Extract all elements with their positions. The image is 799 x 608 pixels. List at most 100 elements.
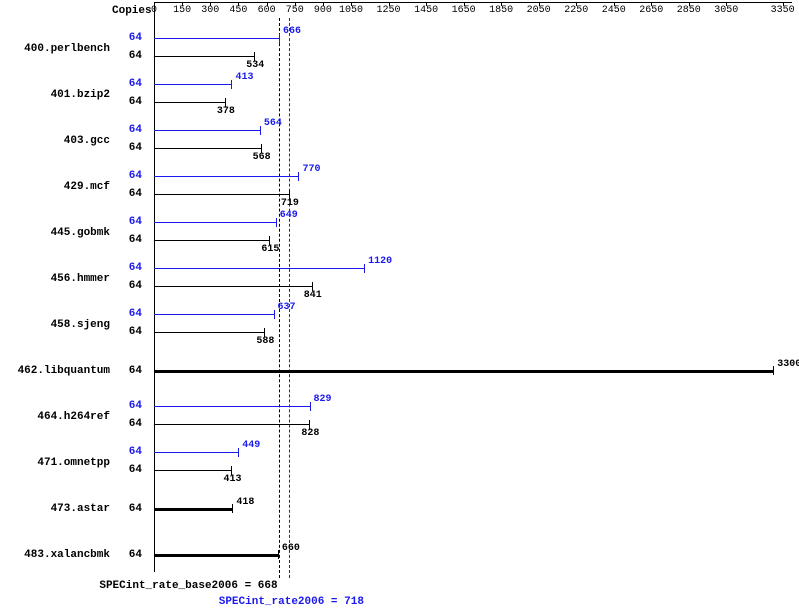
caption-base: SPECint_rate_base2006 = 668 — [99, 580, 277, 592]
bar-peak — [154, 84, 231, 85]
bar-value-base: 534 — [246, 60, 264, 71]
copies-base: 64 — [120, 365, 142, 377]
benchmark-label: 400.perlbench — [0, 43, 110, 55]
bar-peak — [154, 38, 279, 39]
spec-rate-chart: 0150300450600750900105012501450165018502… — [0, 0, 799, 606]
bar-peak — [154, 452, 238, 453]
bar-base — [154, 508, 232, 511]
x-tick-label: 2850 — [677, 5, 701, 16]
bar-value-base: 719 — [281, 198, 299, 209]
copies-header: Copies — [112, 5, 150, 17]
x-tick-label: 150 — [173, 5, 191, 16]
benchmark-label: 471.omnetpp — [0, 457, 110, 469]
copies-peak: 64 — [120, 78, 142, 90]
bar-base — [154, 102, 225, 103]
x-tick-label: 3350 — [771, 5, 795, 16]
x-axis — [154, 2, 792, 3]
benchmark-label: 445.gobmk — [0, 227, 110, 239]
x-tick-label: 2650 — [639, 5, 663, 16]
bar-value-base: 841 — [304, 290, 322, 301]
bar-base — [154, 286, 312, 287]
benchmark-label: 429.mcf — [0, 181, 110, 193]
bar-value-base: 588 — [256, 336, 274, 347]
bar-peak — [154, 222, 276, 223]
x-tick-label: 300 — [201, 5, 219, 16]
x-tick-label: 450 — [229, 5, 247, 16]
bar-value-base: 660 — [282, 543, 300, 554]
benchmark-label: 456.hmmer — [0, 273, 110, 285]
bar-value-peak: 666 — [283, 26, 301, 37]
bar-peak — [154, 268, 364, 269]
x-tick-label: 1850 — [489, 5, 513, 16]
x-tick-label: 3050 — [714, 5, 738, 16]
bar-base — [154, 332, 264, 333]
benchmark-label: 401.bzip2 — [0, 89, 110, 101]
x-tick-label: 1250 — [377, 5, 401, 16]
copies-peak: 64 — [120, 400, 142, 412]
copies-peak: 64 — [120, 216, 142, 228]
x-tick-label: 600 — [258, 5, 276, 16]
copies-peak: 64 — [120, 262, 142, 274]
bar-value-peak: 564 — [264, 118, 282, 129]
bar-peak — [154, 130, 260, 131]
bar-peak — [154, 314, 274, 315]
copies-base: 64 — [120, 96, 142, 108]
bar-value-peak: 449 — [242, 440, 260, 451]
benchmark-label: 403.gcc — [0, 135, 110, 147]
benchmark-label: 483.xalancbmk — [0, 549, 110, 561]
x-tick-label: 750 — [286, 5, 304, 16]
bar-base — [154, 554, 278, 557]
bar-value-base: 413 — [223, 474, 241, 485]
bar-base — [154, 56, 254, 57]
x-tick-label: 2050 — [527, 5, 551, 16]
bar-base — [154, 148, 261, 149]
plot-left-border — [154, 2, 155, 572]
bar-base — [154, 240, 269, 241]
ref-line-base — [279, 18, 280, 578]
copies-peak: 64 — [120, 170, 142, 182]
copies-base: 64 — [120, 50, 142, 62]
copies-base: 64 — [120, 234, 142, 246]
bar-peak — [154, 406, 310, 407]
bar-value-base: 615 — [261, 244, 279, 255]
copies-base: 64 — [120, 418, 142, 430]
bar-value-peak: 637 — [278, 302, 296, 313]
copies-base: 64 — [120, 142, 142, 154]
bar-value-peak: 1120 — [368, 256, 392, 267]
copies-peak: 64 — [120, 446, 142, 458]
bar-value-base: 828 — [301, 428, 319, 439]
x-tick-label: 1050 — [339, 5, 363, 16]
bar-value-peak: 829 — [314, 394, 332, 405]
copies-base: 64 — [120, 549, 142, 561]
bar-base — [154, 194, 289, 195]
copies-peak: 64 — [120, 124, 142, 136]
caption-peak: SPECint_rate2006 = 718 — [219, 596, 364, 608]
bar-base — [154, 470, 231, 471]
bar-value-base: 418 — [236, 497, 254, 508]
bar-base — [154, 424, 309, 425]
copies-base: 64 — [120, 188, 142, 200]
ref-line-peak — [289, 18, 290, 578]
bar-peak — [154, 176, 298, 177]
bar-value-base: 568 — [253, 152, 271, 163]
bar-value-base: 378 — [217, 106, 235, 117]
x-tick-label: 2450 — [602, 5, 626, 16]
copies-peak: 64 — [120, 308, 142, 320]
bar-value-peak: 770 — [302, 164, 320, 175]
copies-base: 64 — [120, 280, 142, 292]
benchmark-label: 462.libquantum — [0, 365, 110, 377]
x-tick-label: 900 — [314, 5, 332, 16]
x-tick-label: 1650 — [452, 5, 476, 16]
bar-base — [154, 370, 773, 373]
copies-base: 64 — [120, 464, 142, 476]
benchmark-label: 464.h264ref — [0, 411, 110, 423]
copies-peak: 64 — [120, 32, 142, 44]
bar-value-peak: 649 — [280, 210, 298, 221]
bar-value-base: 3300 — [777, 359, 799, 370]
copies-base: 64 — [120, 326, 142, 338]
benchmark-label: 473.astar — [0, 503, 110, 515]
x-tick-label: 2250 — [564, 5, 588, 16]
bar-value-peak: 413 — [235, 72, 253, 83]
x-tick-label: 1450 — [414, 5, 438, 16]
copies-base: 64 — [120, 503, 142, 515]
